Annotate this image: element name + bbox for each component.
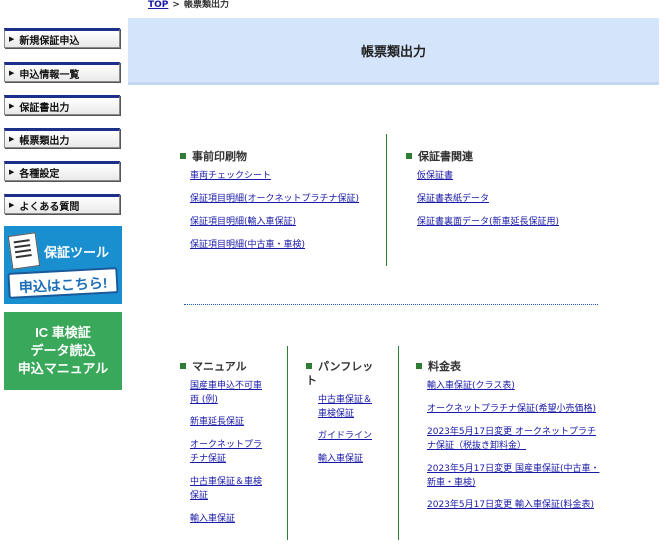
warranty-tool-banner[interactable]: 保証ツール 申込はこちら! <box>4 226 122 304</box>
section-title-warranty-docs: 保証書関連 <box>406 150 473 164</box>
ic-inspection-manual-banner[interactable]: IC 車検証 データ読込 申込マニュアル <box>4 312 122 390</box>
banner-tool-line1: 保証ツール <box>44 245 110 260</box>
section-divider <box>386 134 387 266</box>
triangle-right-icon: ▶ <box>9 35 15 43</box>
section-title-fees: 料金表 <box>416 360 461 374</box>
link-manual-domestic-ineligible[interactable]: 国産車申込不可車両 (例) <box>190 379 262 407</box>
breadcrumb-current: 帳票類出力 <box>183 0 229 10</box>
breadcrumb: TOP > 帳票類出力 <box>148 0 229 11</box>
link-temporary-warranty[interactable]: 仮保証書 <box>417 169 453 183</box>
section-title-preprint: 事前印刷物 <box>180 150 247 164</box>
sidebar-item-faq[interactable]: ▶ よくある質問 <box>4 194 120 214</box>
dotted-separator <box>184 304 598 305</box>
link-pamphlet-used-car[interactable]: 中古車保証＆ 車検保証 <box>318 393 372 421</box>
link-fees-platinum-wholesale[interactable]: 2023年5月17日変更 オークネットプラチ ナ保証（税抜き卸料金） <box>427 425 596 453</box>
link-warranty-items-used[interactable]: 保証項目明細(中古車・車検) <box>190 238 305 252</box>
banner-tool-line2: 申込はこちら! <box>7 267 119 299</box>
banner-ic-line1: IC 車検証 <box>35 325 91 340</box>
triangle-right-icon: ▶ <box>9 168 15 176</box>
square-bullet-icon <box>180 363 186 369</box>
link-warranty-back-data[interactable]: 保証書裏面データ(新車延長保証用) <box>417 215 559 229</box>
link-fees-domestic[interactable]: 2023年5月17日変更 国産車保証(中古車・ 新車・車検) <box>427 462 599 490</box>
sidebar-item-application-list[interactable]: ▶ 申込情報一覧 <box>4 62 120 82</box>
link-warranty-cover-data[interactable]: 保証書表紙データ <box>417 192 489 206</box>
sidebar-item-label: 申込情報一覧 <box>19 69 80 81</box>
banner-ic-line3: 申込マニュアル <box>17 361 109 376</box>
section-divider <box>287 346 288 540</box>
sidebar-item-new-application[interactable]: ▶ 新規保証申込 <box>4 28 120 48</box>
link-pamphlet-guideline[interactable]: ガイドライン <box>318 429 372 443</box>
link-manual-used-car[interactable]: 中古車保証＆車検 保証 <box>190 475 262 503</box>
sidebar-item-label: よくある質問 <box>19 201 80 213</box>
triangle-right-icon: ▶ <box>9 135 15 143</box>
square-bullet-icon <box>180 153 186 159</box>
square-bullet-icon <box>416 363 422 369</box>
section-title-pamphlet: パンフレット <box>306 360 374 387</box>
breadcrumb-separator: > <box>172 0 180 10</box>
sidebar-item-label: 各種設定 <box>19 168 60 180</box>
link-manual-new-car-extension[interactable]: 新車延長保証 <box>190 415 244 429</box>
banner-ic-line2: データ読込 <box>30 343 96 358</box>
page-title: 帳票類出力 <box>360 44 426 60</box>
document-icon <box>7 232 41 270</box>
sidebar-item-warranty-output[interactable]: ▶ 保証書出力 <box>4 95 120 115</box>
square-bullet-icon <box>306 363 312 369</box>
link-fees-platinum-retail[interactable]: オークネットプラチナ保証(希望小売価格) <box>427 402 596 416</box>
link-warranty-items-platinum[interactable]: 保証項目明細(オークネットプラチナ保証) <box>190 192 359 206</box>
triangle-right-icon: ▶ <box>9 201 15 209</box>
link-warranty-items-import[interactable]: 保証項目明細(輸入車保証) <box>190 215 296 229</box>
sidebar-item-forms-output[interactable]: ▶ 帳票類出力 <box>4 128 120 148</box>
triangle-right-icon: ▶ <box>9 102 15 110</box>
sidebar-item-label: 新規保証申込 <box>19 35 80 47</box>
square-bullet-icon <box>406 153 412 159</box>
breadcrumb-top-link[interactable]: TOP <box>148 0 168 10</box>
link-vehicle-check-sheet[interactable]: 車両チェックシート <box>190 169 271 183</box>
section-divider <box>398 346 399 540</box>
link-fees-import-class[interactable]: 輸入車保証(クラス表) <box>427 379 515 393</box>
sidebar-item-label: 保証書出力 <box>19 102 70 114</box>
link-pamphlet-import[interactable]: 輸入車保証 <box>318 452 363 466</box>
sidebar-item-settings[interactable]: ▶ 各種設定 <box>4 161 120 181</box>
link-manual-platinum[interactable]: オークネットプラ チナ保証 <box>190 438 262 466</box>
section-title-manual: マニュアル <box>180 360 247 374</box>
link-fees-import[interactable]: 2023年5月17日変更 輸入車保証(料金表) <box>427 498 594 512</box>
sidebar-item-label: 帳票類出力 <box>19 135 70 147</box>
page-title-bar: 帳票類出力 <box>128 18 659 85</box>
triangle-right-icon: ▶ <box>9 69 15 77</box>
link-manual-import[interactable]: 輸入車保証 <box>190 512 235 526</box>
